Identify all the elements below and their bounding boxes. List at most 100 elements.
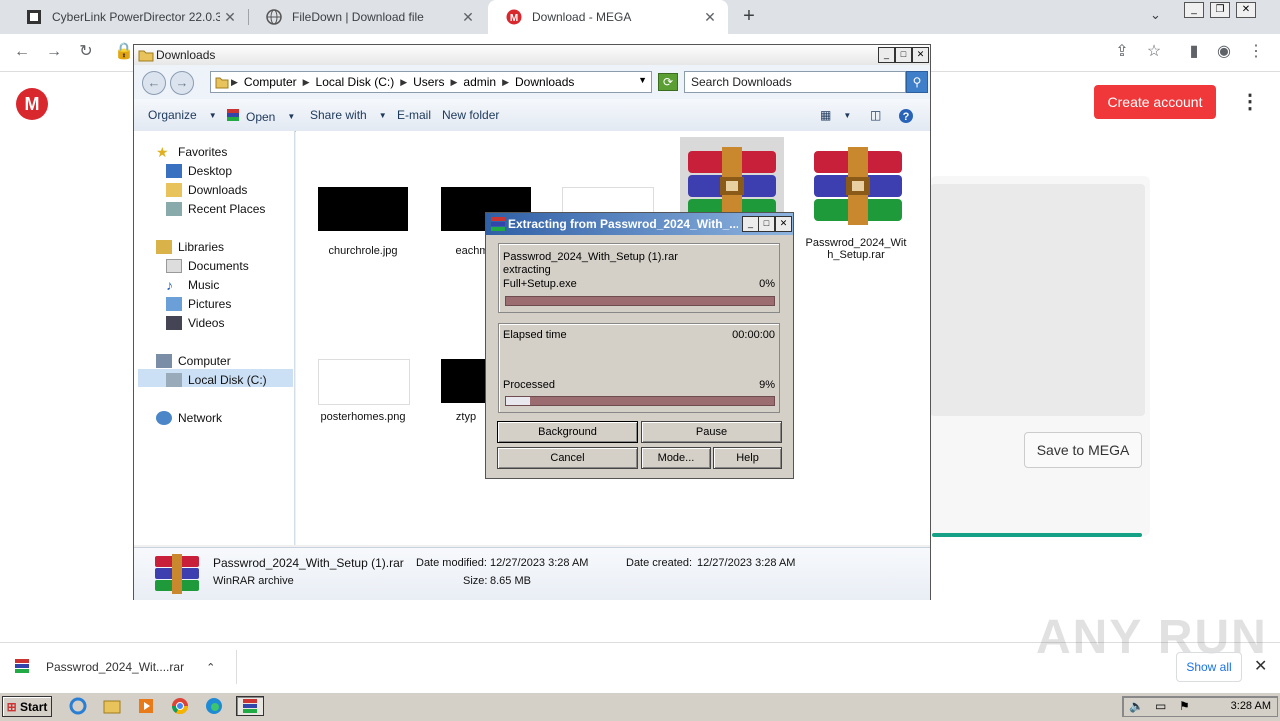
network-tray-icon[interactable]: ▭ xyxy=(1155,699,1166,713)
show-all-button[interactable]: Show all xyxy=(1176,652,1242,682)
breadcrumb-item[interactable]: admin xyxy=(463,75,496,89)
network-icon xyxy=(156,411,172,425)
address-bar[interactable]: ▶ Computer ▶ Local Disk (C:) ▶ Users ▶ a… xyxy=(210,71,652,93)
explorer-icon[interactable] xyxy=(102,696,124,716)
tab-powerdirector[interactable]: CyberLink PowerDirector 22.0.3215 ✕ xyxy=(8,0,248,34)
back-arrow-icon[interactable]: ← xyxy=(12,42,32,62)
music-icon: ♪ xyxy=(166,277,173,293)
email-button[interactable]: E-mail xyxy=(397,108,431,122)
winrar-taskbar-button[interactable] xyxy=(236,696,264,716)
star-icon[interactable]: ☆ xyxy=(1144,42,1164,62)
download-item[interactable]: Passwrod_2024_Wit....rar ⌃ xyxy=(14,652,224,682)
tab-filedown[interactable]: FileDown | Download file ✕ xyxy=(248,0,486,34)
winrar-archive-icon xyxy=(812,147,904,228)
nav-network[interactable]: Network xyxy=(156,411,222,425)
search-icon[interactable]: ⚲ xyxy=(906,71,928,93)
file-item[interactable]: posterhomes.png xyxy=(308,271,418,423)
archive-name: Passwrod_2024_With_Setup (1).rar xyxy=(503,251,678,263)
close-icon[interactable]: ✕ xyxy=(1254,656,1267,676)
close-icon[interactable]: ✕ xyxy=(458,9,478,26)
pause-button[interactable]: Pause xyxy=(641,421,782,443)
minimize-button[interactable]: _ xyxy=(1184,2,1204,18)
nav-label: Favorites xyxy=(178,145,228,159)
maximize-button[interactable]: □ xyxy=(758,216,775,232)
breadcrumb-item[interactable]: Downloads xyxy=(515,75,574,89)
help-button[interactable]: Help xyxy=(713,447,782,469)
minimize-button[interactable]: _ xyxy=(742,216,759,232)
flag-icon[interactable]: ⚑ xyxy=(1179,699,1190,713)
address-bar-area: ← → ▶ Computer ▶ Local Disk (C:) ▶ Users… xyxy=(134,65,930,99)
file-item[interactable]: Passwrod_2024_With_Setup.rar xyxy=(804,137,914,267)
share-icon[interactable]: ⇪ xyxy=(1112,42,1132,62)
restore-button[interactable]: ❐ xyxy=(1210,2,1230,18)
folder-icon xyxy=(215,75,229,92)
nav-videos[interactable]: Videos xyxy=(166,316,224,330)
start-button[interactable]: ⊞ Start xyxy=(2,696,52,717)
maximize-button[interactable]: □ xyxy=(895,47,912,63)
create-account-button[interactable]: Create account xyxy=(1094,85,1216,119)
command-bar: Organize ▼ Open ▼ Share with ▼ E-mail New f… xyxy=(134,99,930,132)
back-arrow-icon[interactable]: ← xyxy=(142,71,166,95)
system-tray: 🔈 ▭ ⚑ 3:28 AM xyxy=(1122,696,1278,717)
file-item[interactable]: churchrole.jpg xyxy=(308,141,418,261)
profile-avatar-icon[interactable]: ◉ xyxy=(1214,42,1234,62)
side-panel-icon[interactable]: ▮ xyxy=(1184,42,1204,62)
forward-arrow-icon[interactable]: → xyxy=(44,42,64,62)
media-player-icon[interactable] xyxy=(136,696,158,716)
nav-recent-places[interactable]: Recent Places xyxy=(166,202,265,216)
open-button[interactable]: Open ▼ xyxy=(226,108,295,125)
breadcrumb-item[interactable]: Local Disk (C:) xyxy=(316,75,395,89)
processed-progress-fill xyxy=(506,397,531,405)
close-icon[interactable]: ✕ xyxy=(220,9,240,26)
nav-downloads[interactable]: Downloads xyxy=(166,183,247,197)
ie-icon[interactable] xyxy=(68,696,90,716)
close-window-button[interactable]: ✕ xyxy=(775,216,792,232)
breadcrumb-item[interactable]: Computer xyxy=(244,75,297,89)
nav-libraries[interactable]: Libraries xyxy=(156,240,224,254)
view-options-icon[interactable]: ▦ ▼ xyxy=(820,108,851,122)
save-to-mega-button[interactable]: Save to MEGA xyxy=(1024,432,1142,468)
navigation-pane: ★ Favorites Desktop Downloads Recent Plac… xyxy=(134,131,295,545)
speaker-icon[interactable]: 🔈 xyxy=(1129,699,1144,713)
background-button[interactable]: Background xyxy=(497,421,638,443)
nav-local-disk[interactable]: Local Disk (C:) xyxy=(166,373,267,387)
new-folder-button[interactable]: New folder xyxy=(442,108,499,122)
nav-documents[interactable]: Documents xyxy=(166,259,249,273)
reload-icon[interactable]: ↻ xyxy=(76,42,96,62)
nav-music[interactable]: ♪ Music xyxy=(166,278,219,292)
share-with-button[interactable]: Share with ▼ xyxy=(310,108,387,122)
menu-kebab-icon[interactable]: ⋮ xyxy=(1246,42,1266,62)
chevron-down-icon[interactable]: ▼ xyxy=(638,75,647,85)
tab-title: FileDown | Download file xyxy=(292,10,424,24)
nav-desktop[interactable]: Desktop xyxy=(166,164,232,178)
close-icon[interactable]: ✕ xyxy=(700,9,720,26)
minimize-button[interactable]: _ xyxy=(878,47,895,63)
mode-button[interactable]: Mode... xyxy=(641,447,711,469)
close-window-button[interactable]: ✕ xyxy=(1236,2,1256,18)
chrome-icon[interactable] xyxy=(170,696,192,716)
more-options-icon[interactable]: ⋮ xyxy=(1240,90,1260,114)
action-label: extracting xyxy=(503,264,551,276)
organize-button[interactable]: Organize ▼ xyxy=(148,108,217,122)
close-window-button[interactable]: ✕ xyxy=(912,47,929,63)
image-thumbnail xyxy=(318,359,410,405)
preview-pane-icon[interactable]: ◫ xyxy=(870,108,881,122)
tab-mega[interactable]: M Download - MEGA ✕ xyxy=(488,0,728,34)
nav-computer[interactable]: Computer xyxy=(156,354,231,368)
refresh-icon[interactable]: ⟳ xyxy=(658,73,678,91)
chevron-up-icon[interactable]: ⌃ xyxy=(206,661,215,674)
help-icon[interactable]: ? xyxy=(898,108,914,124)
nav-favorites[interactable]: ★ Favorites xyxy=(156,145,227,159)
mega-logo[interactable]: M xyxy=(16,88,48,120)
chevron-down-icon[interactable]: ⌄ xyxy=(1150,7,1161,23)
window-title: Downloads xyxy=(156,48,216,62)
edge-icon[interactable] xyxy=(204,696,226,716)
search-input[interactable]: Search Downloads xyxy=(684,71,906,93)
nav-pictures[interactable]: Pictures xyxy=(166,297,231,311)
forward-arrow-icon[interactable]: → xyxy=(170,71,194,95)
nav-label: Documents xyxy=(188,259,249,273)
cancel-button[interactable]: Cancel xyxy=(497,447,638,469)
breadcrumb-item[interactable]: Users xyxy=(413,75,444,89)
nav-label: Libraries xyxy=(178,240,225,254)
new-tab-button[interactable]: + xyxy=(738,5,760,27)
